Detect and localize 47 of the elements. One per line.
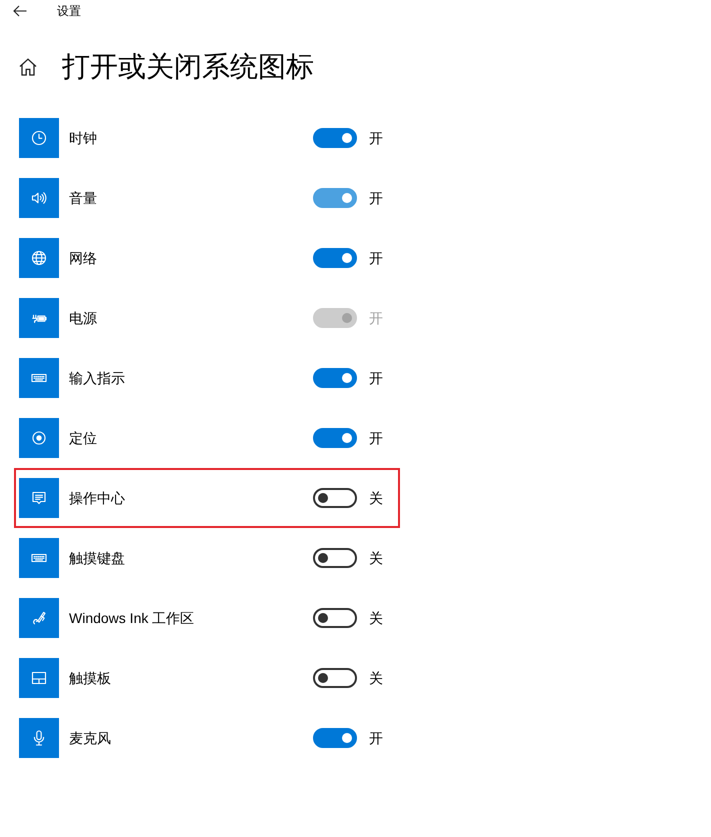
toggle-switch[interactable] bbox=[313, 128, 357, 148]
home-icon bbox=[19, 58, 37, 76]
setting-label: 音量 bbox=[69, 189, 98, 208]
globe-icon bbox=[19, 238, 59, 278]
setting-label: 操作中心 bbox=[69, 489, 126, 508]
toggle-state-label: 开 bbox=[369, 369, 383, 388]
toggle-switch[interactable] bbox=[313, 728, 357, 748]
setting-label: 麦克风 bbox=[69, 729, 112, 748]
toggle-state-label: 开 bbox=[369, 729, 383, 748]
toggle-switch[interactable] bbox=[313, 608, 357, 628]
toggle-state-label: 开 bbox=[369, 309, 383, 328]
toggle-switch[interactable] bbox=[313, 248, 357, 268]
toggle-switch[interactable] bbox=[313, 668, 357, 688]
setting-label: Windows Ink 工作区 bbox=[69, 609, 196, 628]
touchpad-icon bbox=[19, 658, 59, 698]
setting-label: 触摸板 bbox=[69, 669, 112, 688]
setting-label: 定位 bbox=[69, 429, 98, 448]
keyboard-icon bbox=[19, 538, 59, 578]
window-title: 设置 bbox=[57, 3, 81, 19]
toggle-state-label: 开 bbox=[369, 249, 383, 268]
clock-icon bbox=[19, 118, 59, 158]
setting-label: 网络 bbox=[69, 249, 98, 268]
toggle-state-label: 关 bbox=[369, 549, 383, 568]
pen-icon bbox=[19, 598, 59, 638]
setting-label: 电源 bbox=[69, 309, 98, 328]
back-button[interactable] bbox=[12, 3, 28, 19]
speaker-icon bbox=[19, 178, 59, 218]
message-icon bbox=[19, 478, 59, 518]
setting-label: 时钟 bbox=[69, 129, 98, 148]
toggle-switch[interactable] bbox=[313, 428, 357, 448]
toggle-switch[interactable] bbox=[313, 488, 357, 508]
toggle-state-label: 关 bbox=[369, 609, 383, 628]
toggle-switch[interactable] bbox=[313, 548, 357, 568]
setting-label: 输入指示 bbox=[69, 369, 126, 388]
target-icon bbox=[19, 418, 59, 458]
keyboard-icon bbox=[19, 358, 59, 398]
toggle-state-label: 关 bbox=[369, 669, 383, 688]
toggle-switch[interactable] bbox=[313, 368, 357, 388]
microphone-icon bbox=[19, 718, 59, 758]
toggle-state-label: 开 bbox=[369, 429, 383, 448]
battery-plug-icon bbox=[19, 298, 59, 338]
setting-label: 触摸键盘 bbox=[69, 549, 126, 568]
toggle-state-label: 开 bbox=[369, 189, 383, 208]
toggle-switch[interactable] bbox=[313, 188, 357, 208]
toggle-state-label: 关 bbox=[369, 489, 383, 508]
page-title: 打开或关闭系统图标 bbox=[62, 50, 314, 84]
toggle-state-label: 开 bbox=[369, 129, 383, 148]
